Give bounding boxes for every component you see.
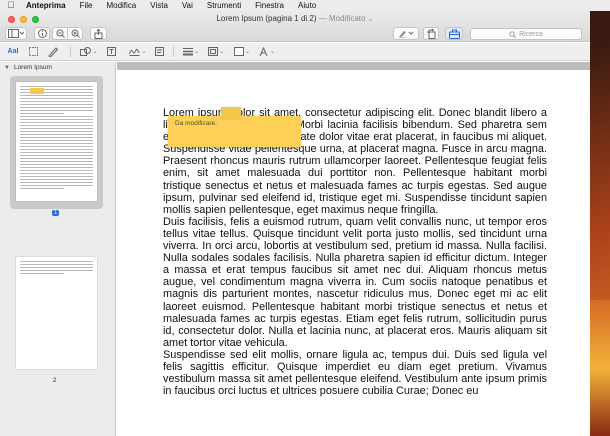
zoom-in-icon [71, 29, 80, 38]
thumbnail-sidebar: ▼ Lorem Ipsum 1 2 [0, 62, 116, 436]
rect-selection-icon [28, 47, 38, 56]
chevron-down-icon: ⌄ [193, 49, 200, 55]
line-style-icon [182, 48, 193, 56]
text-selection-tool-icon[interactable]: AaI [5, 45, 21, 58]
toolbox-icon [448, 29, 460, 39]
rect-selection-tool[interactable] [27, 45, 39, 58]
markup-toolbar: AaI ⌄ ⌄ ⌄ ⌄ ⌄ ⌄ [0, 43, 590, 61]
sidebar-view-button[interactable] [5, 27, 27, 40]
page-number-2: 2 [53, 378, 57, 384]
sticky-note[interactable]: Da modificare. [168, 116, 301, 147]
fill-color-tool[interactable]: ⌄ [232, 45, 252, 58]
apple-menu-icon[interactable]:  [0, 0, 22, 11]
modified-status: — Modificato [318, 14, 366, 23]
note-icon [154, 47, 164, 56]
document-title: Lorem Ipsum (pagina 1 di 2) [216, 14, 317, 23]
menu-go[interactable]: Vai [175, 0, 200, 11]
title-menu-chevron-icon[interactable]: ⌄ [368, 16, 374, 23]
chevron-down-icon: ⌄ [92, 49, 98, 55]
share-button[interactable] [90, 27, 107, 40]
sketch-icon [48, 46, 58, 57]
menu-bar:  Anteprima File Modifica Vista Vai Stru… [0, 0, 610, 11]
sidebar-document-header[interactable]: ▼ Lorem Ipsum [4, 64, 52, 71]
note-anchor-icon[interactable] [221, 107, 241, 119]
line-style-tool[interactable]: ⌄ [181, 45, 201, 58]
page-number-1: 1 [52, 210, 60, 216]
zoom-out-icon [56, 29, 65, 38]
shapes-icon [80, 47, 92, 56]
zoom-in-button[interactable] [67, 27, 83, 40]
search-field[interactable]: Ricerca [470, 28, 582, 40]
menu-file[interactable]: File [73, 0, 100, 11]
border-color-icon [207, 47, 218, 56]
title-bar: Lorem Ipsum (pagina 1 di 2) — Modificato… [0, 11, 590, 42]
note-thumbnail-marker [30, 88, 44, 94]
note-tool[interactable] [153, 45, 165, 58]
info-button[interactable] [34, 27, 50, 40]
menu-app[interactable]: Anteprima [22, 0, 73, 11]
chevron-down-icon: ⌄ [141, 49, 147, 55]
note-text[interactable]: Da modificare. [175, 120, 217, 127]
text-box-icon [106, 47, 116, 56]
page-thumbnail-2[interactable] [16, 257, 97, 369]
menu-tools[interactable]: Strumenti [200, 0, 248, 11]
chevron-down-icon: ⌄ [244, 49, 251, 55]
page-thumbnail-1[interactable] [16, 82, 97, 201]
text-tool[interactable] [105, 45, 117, 58]
signature-tool[interactable]: ⌄ [128, 45, 148, 58]
document-text[interactable]: Lorem ipsum dolor sit amet, consectetur … [163, 107, 547, 397]
preview-window: Lorem Ipsum (pagina 1 di 2) — Modificato… [0, 11, 590, 436]
sidebar-document-name: Lorem Ipsum [13, 64, 52, 71]
menu-view[interactable]: Vista [143, 0, 175, 11]
zoom-out-button[interactable] [52, 27, 68, 40]
toolbar-separator [70, 46, 71, 57]
search-icon [509, 30, 517, 38]
menu-help[interactable]: Aiuto [291, 0, 323, 11]
highlighter-icon [399, 31, 414, 38]
share-icon [94, 28, 103, 39]
menu-window[interactable]: Finestra [248, 0, 291, 11]
paragraph: Duis facilisis, felis a euismod rutrum, … [163, 215, 547, 349]
toolbar-separator [173, 46, 174, 57]
shapes-tool[interactable]: ⌄ [79, 45, 99, 58]
markup-toolbar-button[interactable] [445, 27, 463, 40]
info-icon [37, 29, 47, 38]
rotate-button[interactable] [423, 27, 439, 40]
border-color-tool[interactable]: ⌄ [206, 45, 226, 58]
sidebar-icon [8, 29, 24, 38]
text-style-icon [259, 46, 268, 56]
wallpaper-shape [590, 300, 610, 436]
fill-color-icon [233, 47, 244, 56]
disclosure-triangle-icon[interactable]: ▼ [4, 65, 10, 71]
window-title: Lorem Ipsum (pagina 1 di 2) — Modificato… [0, 14, 590, 23]
sketch-tool[interactable] [46, 45, 60, 58]
search-placeholder: Ricerca [519, 30, 543, 38]
chevron-down-icon: ⌄ [269, 49, 276, 55]
rotate-icon [427, 28, 435, 39]
chevron-down-icon: ⌄ [218, 49, 225, 55]
menu-edit[interactable]: Modifica [99, 0, 143, 11]
signature-icon [129, 48, 140, 56]
text-style-tool[interactable]: ⌄ [257, 45, 277, 58]
paragraph: Suspendisse sed elit mollis, ornare ligu… [163, 348, 547, 398]
highlight-button[interactable] [393, 27, 419, 40]
